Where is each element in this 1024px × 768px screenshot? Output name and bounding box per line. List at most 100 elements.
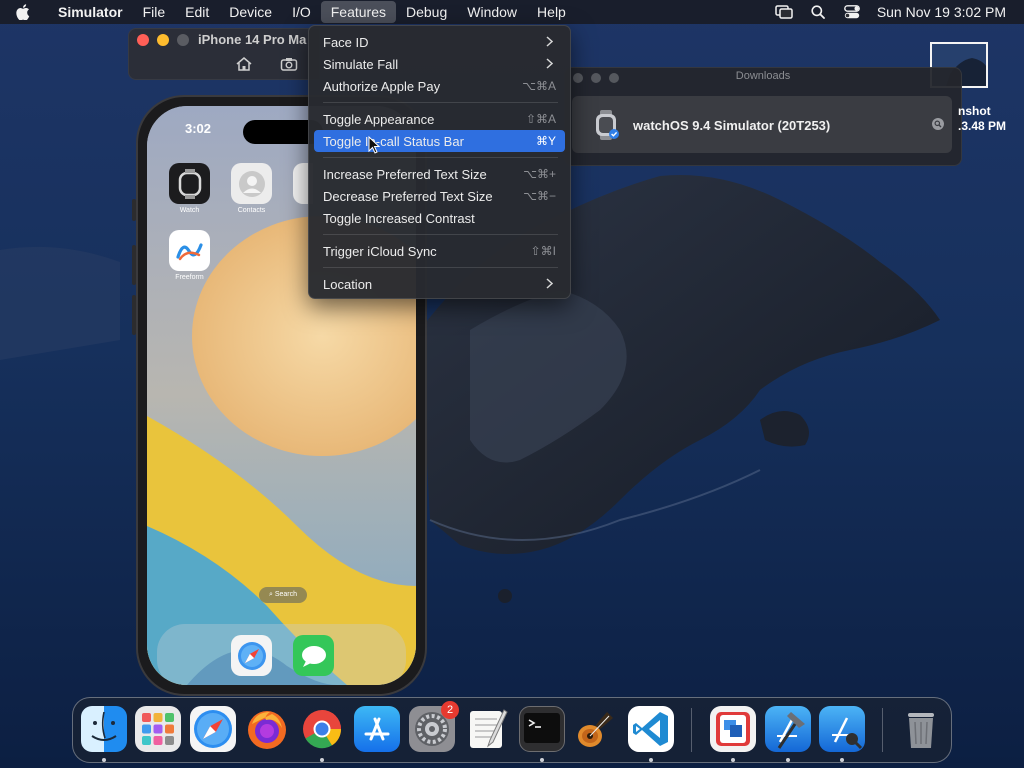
menu-device[interactable]: Device [219, 0, 282, 24]
show-in-finder-icon[interactable] [932, 118, 944, 130]
simulator-window-toolbar: iPhone 14 Pro Ma [128, 28, 320, 80]
dock-launchpad-icon[interactable] [135, 706, 181, 752]
screen-mirroring-icon[interactable] [767, 5, 801, 19]
menu-separator [323, 234, 558, 235]
messages-app-icon[interactable] [293, 635, 334, 676]
menu-item-shortcut: ⇧⌘A [525, 112, 556, 126]
menu-help[interactable]: Help [527, 0, 576, 24]
dock-app-store-icon[interactable] [354, 706, 400, 752]
app-label-contacts: Contacts [237, 207, 266, 214]
menu-item-shortcut: ⌥⌘A [522, 79, 556, 93]
home-icon[interactable] [235, 56, 253, 72]
watch-app-icon [169, 163, 210, 204]
contacts-app-icon [231, 163, 272, 204]
volume-down-button [132, 295, 136, 335]
menu-item-decrease-text-size[interactable]: Decrease Preferred Text Size ⌥⌘− [314, 185, 565, 207]
menu-item-trigger-icloud-sync[interactable]: Trigger iCloud Sync ⇧⌘I [314, 240, 565, 262]
menu-item-label: Simulate Fall [323, 57, 399, 72]
app-contacts[interactable]: Contacts [231, 163, 272, 214]
menu-io[interactable]: I/O [282, 0, 321, 24]
downloads-window-title: Downloads [735, 70, 791, 82]
menu-item-label: Location [323, 277, 373, 292]
dock-separator [691, 708, 692, 752]
dock-simulator-icon[interactable] [710, 706, 756, 752]
menu-item-shortcut: ⌘Y [535, 134, 556, 148]
menu-item-location[interactable]: Location [314, 273, 565, 295]
menu-item-label: Toggle Increased Contrast [323, 211, 475, 226]
menu-item-authorize-apple-pay[interactable]: Authorize Apple Pay ⌥⌘A [314, 75, 565, 97]
home-search-pill[interactable]: ⌕ Search [259, 587, 307, 603]
app-watch[interactable]: Watch [169, 163, 210, 214]
features-menu-dropdown: Face ID Simulate Fall Authorize Apple Pa… [308, 25, 571, 299]
window-close-button[interactable] [137, 34, 149, 46]
menu-item-increase-text-size[interactable]: Increase Preferred Text Size ⌥⌘+ [314, 163, 565, 185]
desktop-file-label-line1: nshot [958, 104, 991, 118]
dock-xcode-icon[interactable] [765, 706, 811, 752]
menu-file[interactable]: File [133, 0, 176, 24]
dock-instruments-icon[interactable] [819, 706, 865, 752]
menu-item-face-id[interactable]: Face ID [314, 31, 565, 53]
dock-trash-icon[interactable] [898, 706, 944, 752]
menu-bar-clock[interactable]: Sun Nov 19 3:02 PM [869, 4, 1006, 20]
chevron-right-icon [546, 58, 553, 69]
dock-chrome-icon[interactable] [299, 706, 345, 752]
dock-separator [882, 708, 883, 752]
menu-debug[interactable]: Debug [396, 0, 457, 24]
dock-textedit-icon[interactable] [464, 706, 510, 752]
window-minimize-button[interactable] [157, 34, 169, 46]
menu-item-shortcut: ⇧⌘I [530, 244, 556, 258]
dock-finder-icon[interactable] [81, 706, 127, 752]
apple-icon[interactable] [16, 4, 38, 20]
dock-running-indicator [102, 758, 106, 762]
window-zoom-button[interactable] [177, 34, 189, 46]
action-button [132, 199, 136, 221]
menu-item-toggle-appearance[interactable]: Toggle Appearance ⇧⌘A [314, 108, 565, 130]
menu-window[interactable]: Window [457, 0, 527, 24]
desktop-file-label: nshot .3.48 PM [958, 104, 1024, 134]
download-item[interactable]: watchOS 9.4 Simulator (20T253) [572, 96, 952, 153]
screenshot-icon[interactable] [280, 56, 298, 72]
chevron-right-icon [546, 36, 553, 47]
menu-item-label: Face ID [323, 35, 369, 50]
menu-item-label: Decrease Preferred Text Size [323, 189, 493, 204]
dock-terminal-icon[interactable] [519, 706, 565, 752]
safari-app-icon[interactable] [231, 635, 272, 676]
menu-item-simulate-fall[interactable]: Simulate Fall [314, 53, 565, 75]
dock-running-indicator [840, 758, 844, 762]
desktop-file-label-line2: .3.48 PM [958, 119, 1007, 133]
menu-separator [323, 102, 558, 103]
dock-safari-icon[interactable] [190, 706, 236, 752]
menu-item-shortcut: ⌥⌘− [523, 189, 556, 203]
dock-garageband-icon[interactable] [573, 706, 619, 752]
menu-item-label: Increase Preferred Text Size [323, 167, 487, 182]
dock-running-indicator [320, 758, 324, 762]
menu-item-toggle-in-call-status-bar[interactable]: Toggle In-call Status Bar ⌘Y [314, 130, 565, 152]
dock-vscode-icon[interactable] [628, 706, 674, 752]
dock-running-indicator [786, 758, 790, 762]
chevron-right-icon [546, 278, 553, 289]
iphone-dock [157, 624, 406, 685]
iphone-status-time: 3:02 [185, 121, 212, 136]
dock-running-indicator [731, 758, 735, 762]
mouse-pointer-icon [368, 136, 380, 154]
menu-features[interactable]: Features [320, 1, 396, 23]
control-center-icon[interactable] [835, 5, 869, 19]
menu-edit[interactable]: Edit [175, 0, 219, 24]
menu-separator [323, 267, 558, 268]
menu-item-label: Toggle Appearance [323, 112, 435, 127]
dock: 2 [72, 697, 952, 763]
downloads-window: Downloads watchOS 9.4 Simulator (20T253) [564, 67, 962, 166]
dock-firefox-icon[interactable] [244, 706, 290, 752]
menu-item-toggle-increased-contrast[interactable]: Toggle Increased Contrast [314, 207, 565, 229]
apple-watch-icon [596, 110, 619, 140]
spotlight-search-icon[interactable] [801, 5, 835, 19]
app-label-freeform: Freeform [175, 274, 204, 281]
menu-item-label: Toggle In-call Status Bar [323, 134, 464, 149]
menu-separator [323, 157, 558, 158]
app-label-watch: Watch [179, 207, 200, 214]
download-item-name: watchOS 9.4 Simulator (20T253) [633, 118, 831, 133]
freeform-app-icon [169, 230, 210, 271]
menu-app-simulator[interactable]: Simulator [48, 0, 133, 24]
app-freeform[interactable]: Freeform [169, 230, 210, 281]
menu-bar: Simulator File Edit Device I/O Features … [0, 0, 1024, 24]
